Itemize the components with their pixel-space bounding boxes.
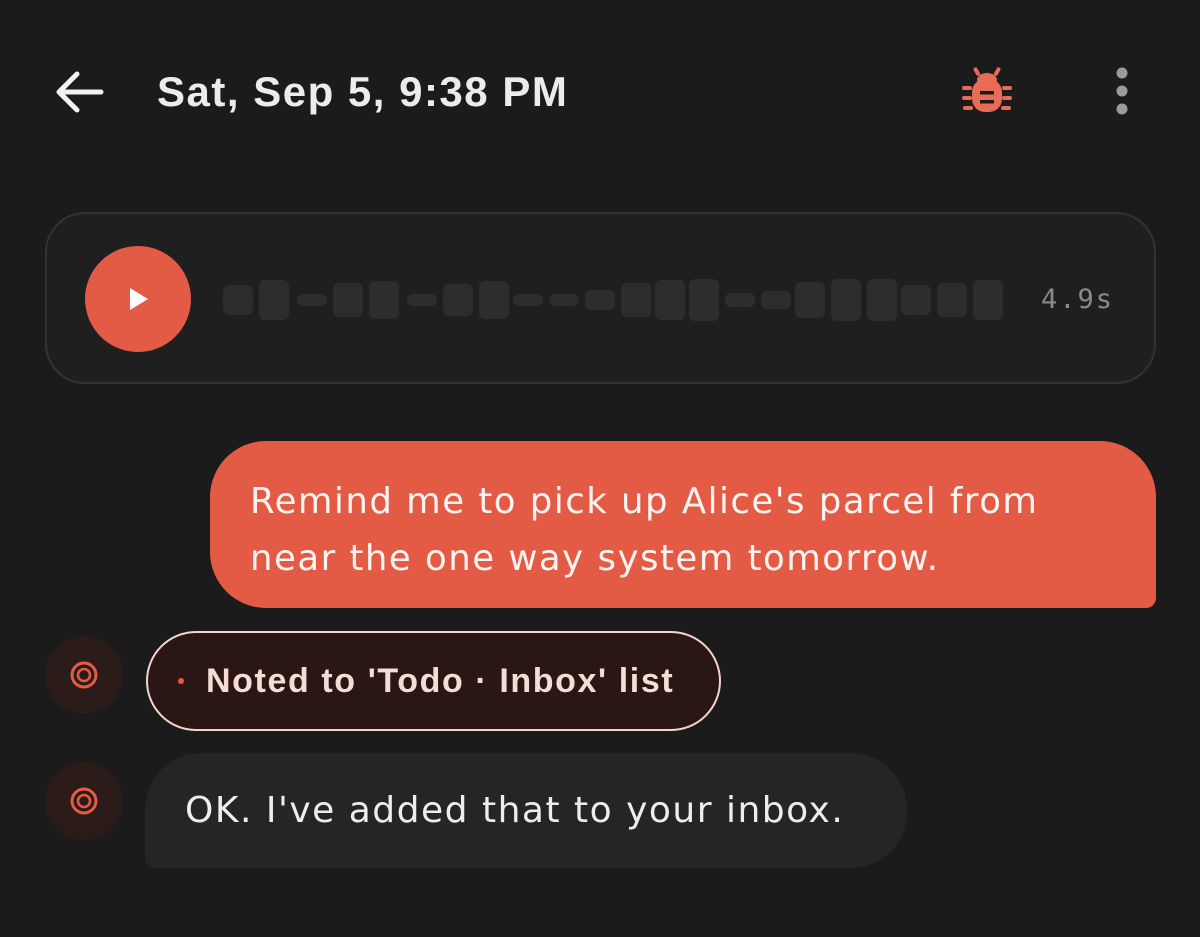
chip-bullet-icon xyxy=(178,678,184,684)
waveform-bar xyxy=(369,281,399,319)
waveform-bar xyxy=(549,294,579,306)
assistant-logo-icon xyxy=(70,787,98,815)
waveform-bar xyxy=(867,279,897,321)
waveform-bar xyxy=(297,294,327,306)
waveform-bar xyxy=(621,283,651,317)
waveform-bar xyxy=(655,280,685,320)
waveform-bar xyxy=(259,280,289,320)
audio-duration: 4.9s xyxy=(1040,284,1114,315)
waveform-bar xyxy=(901,285,931,315)
user-message-bubble: Remind me to pick up Alice's parcel from… xyxy=(210,441,1156,608)
debug-button[interactable] xyxy=(955,59,1019,123)
user-message-text: Remind me to pick up Alice's parcel from… xyxy=(250,481,1039,579)
voice-note-card: 4.9s xyxy=(45,212,1156,384)
waveform-bar xyxy=(795,282,825,318)
audio-waveform[interactable] xyxy=(223,278,1003,322)
arrow-left-icon xyxy=(56,71,104,113)
waveform-bar xyxy=(689,279,719,321)
waveform-bar xyxy=(223,285,253,315)
waveform-bar xyxy=(937,283,967,317)
back-button[interactable] xyxy=(48,62,110,122)
waveform-bar xyxy=(725,293,755,307)
action-result-text: Noted to 'Todo · Inbox' list xyxy=(206,661,675,700)
waveform-bar xyxy=(333,283,363,317)
assistant-logo-icon xyxy=(70,661,98,689)
assistant-message-text: OK. I've added that to your inbox. xyxy=(185,790,845,831)
assistant-avatar xyxy=(45,762,123,840)
assistant-avatar xyxy=(45,636,123,714)
bug-icon xyxy=(962,67,1012,112)
waveform-bar xyxy=(761,291,791,309)
play-icon xyxy=(130,288,148,310)
waveform-bar xyxy=(831,279,861,321)
assistant-message-bubble: OK. I've added that to your inbox. xyxy=(145,753,907,868)
waveform-bar xyxy=(479,281,509,319)
chat-screen: Sat, Sep 5, 9:38 PM 4.9s Remind me to pi… xyxy=(0,0,1200,937)
play-button[interactable] xyxy=(85,246,191,352)
waveform-bar xyxy=(407,294,437,306)
waveform-bar xyxy=(443,284,473,316)
waveform-bar xyxy=(513,294,543,306)
conversation-title: Sat, Sep 5, 9:38 PM xyxy=(157,68,569,115)
more-options-button[interactable] xyxy=(1096,60,1148,122)
waveform-bar xyxy=(585,290,615,310)
action-result-chip[interactable]: Noted to 'Todo · Inbox' list xyxy=(146,631,721,731)
waveform-bar xyxy=(973,280,1003,320)
more-vert-icon xyxy=(1116,67,1128,115)
